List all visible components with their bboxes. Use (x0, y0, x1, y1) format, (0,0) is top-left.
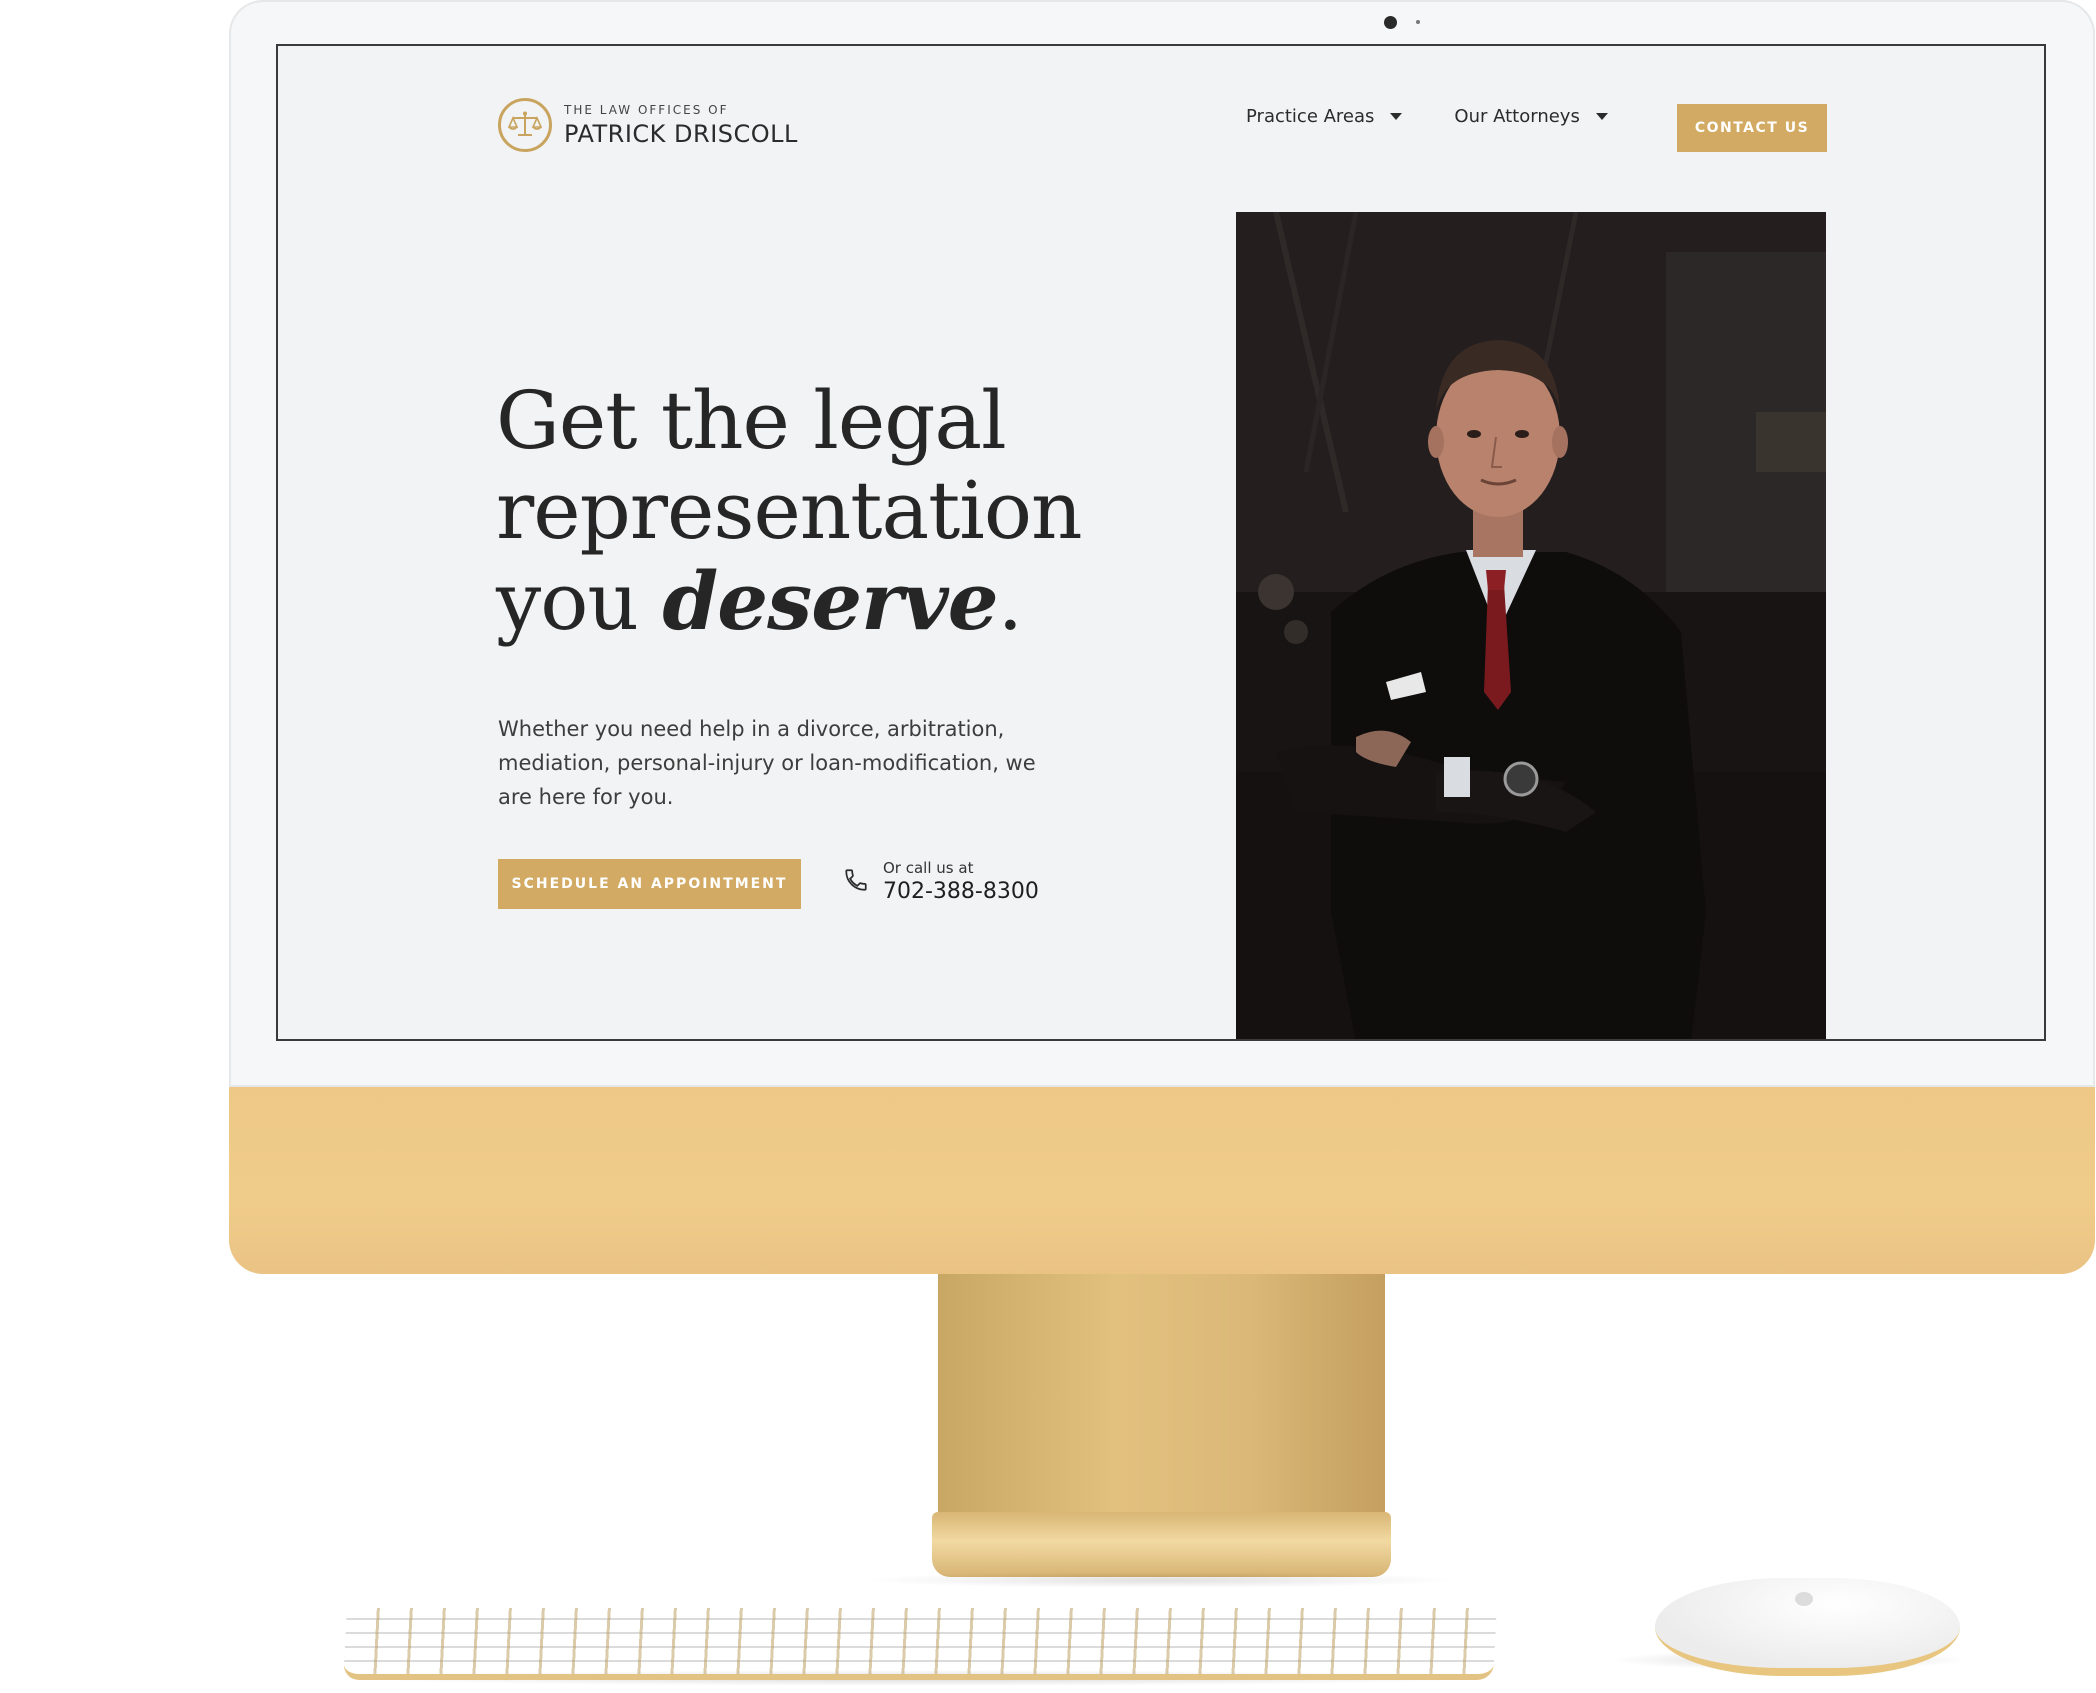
apple-logo-icon (1795, 1592, 1813, 1606)
hero-title-line1: Get the legal (496, 374, 1007, 467)
contact-us-button[interactable]: CONTACT US (1677, 104, 1827, 152)
scales-of-justice-icon (498, 98, 552, 152)
magic-mouse (1655, 1578, 1960, 1676)
nav-practice-areas-label: Practice Areas (1246, 106, 1375, 127)
imac-stand-foot (932, 1512, 1391, 1577)
nav-practice-areas[interactable]: Practice Areas (1246, 106, 1403, 127)
nav-our-attorneys[interactable]: Our Attorneys (1454, 106, 1608, 127)
hero-title-emphasis: deserve (662, 554, 998, 648)
hero-title-line3: you (496, 555, 663, 648)
schedule-appointment-button[interactable]: SCHEDULE AN APPOINTMENT (498, 859, 801, 909)
chevron-down-icon (1390, 113, 1403, 120)
logo-name: PATRICK DRISCOLL (564, 120, 798, 148)
logo-subtitle: THE LAW OFFICES OF (564, 103, 729, 117)
imac-chin (229, 1087, 2095, 1274)
hero-title-period: . (997, 555, 1023, 648)
keyboard (343, 1608, 1497, 1680)
website-screen: THE LAW OFFICES OF PATRICK DRISCOLL Prac… (276, 44, 2046, 1041)
camera (1384, 16, 1397, 29)
hero-heading: Get the legal representation you deserve… (496, 376, 1116, 647)
main-nav: Practice Areas Our Attorneys (1246, 106, 1660, 127)
camera-indicator (1416, 20, 1420, 24)
attorney-portrait-illustration (1236, 212, 1826, 1039)
phone-number-link[interactable]: 702-388-8300 (883, 881, 1039, 903)
phone-icon (843, 867, 869, 898)
site-logo[interactable]: THE LAW OFFICES OF PATRICK DRISCOLL (498, 98, 798, 152)
nav-our-attorneys-label: Our Attorneys (1454, 106, 1580, 127)
call-label: Or call us at (883, 859, 974, 877)
hero-title-line2: representation (496, 464, 1083, 557)
stand-shadow (860, 1572, 1460, 1588)
chevron-down-icon (1595, 113, 1608, 120)
call-us-block: Or call us at 702-388-8300 (843, 861, 1039, 903)
attorney-photo (1236, 212, 1826, 1039)
imac-stand (938, 1274, 1385, 1520)
hero-description: Whether you need help in a divorce, arbi… (498, 717, 1036, 809)
